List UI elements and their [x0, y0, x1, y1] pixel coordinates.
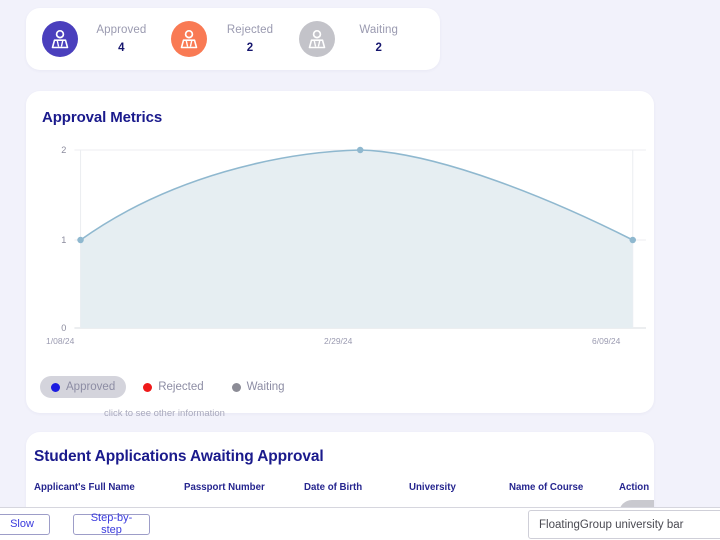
stat-text-block: Approved 4	[78, 23, 171, 56]
legend-item-rejected[interactable]: Rejected	[132, 376, 214, 398]
legend-hint-text: click to see other information	[26, 408, 654, 419]
stat-label: Approved	[78, 23, 165, 38]
student-applications-card: Student Applications Awaiting Approval A…	[26, 432, 654, 508]
chart-svg: 2 1 0	[48, 140, 648, 336]
column-header-course: Name of Course	[501, 478, 611, 496]
x-tick-label: 2/29/24	[324, 336, 352, 346]
slow-button[interactable]: Slow	[0, 514, 50, 535]
legend-label: Waiting	[247, 381, 285, 393]
stats-summary-card: Approved 4 Rejected 2	[26, 8, 440, 70]
page-title: Approval Metrics	[26, 109, 654, 126]
legend-dot-icon	[232, 383, 241, 392]
applications-table: Applicant's Full Name Passport Number Da…	[26, 478, 654, 508]
step-by-step-button[interactable]: Step-by-step	[73, 514, 150, 535]
y-tick-label: 0	[61, 323, 66, 333]
stat-label: Waiting	[335, 23, 422, 38]
y-tick-label: 1	[61, 235, 66, 245]
chart-x-axis: 1/08/24 2/29/24 6/09/24	[26, 336, 654, 350]
stat-waiting[interactable]: Waiting 2	[299, 21, 428, 57]
column-header-passport: Passport Number	[176, 478, 296, 496]
stat-value: 2	[335, 40, 422, 56]
legend-dot-icon	[51, 383, 60, 392]
approval-metrics-card: Approval Metrics	[26, 91, 654, 413]
stat-text-block: Rejected 2	[207, 23, 300, 56]
stat-rejected[interactable]: Rejected 2	[171, 21, 300, 57]
stat-label: Rejected	[207, 23, 294, 38]
url-input-field[interactable]: FloatingGroup university bar	[528, 510, 720, 539]
y-tick-label: 2	[61, 145, 66, 155]
chart-legend: Approved Rejected Waiting	[26, 376, 654, 398]
table-header-row: Applicant's Full Name Passport Number Da…	[26, 478, 654, 496]
legend-label: Approved	[66, 381, 115, 393]
legend-dot-icon	[143, 383, 152, 392]
legend-item-approved[interactable]: Approved	[40, 376, 126, 398]
graduate-icon	[299, 21, 335, 57]
app-root: Approved 4 Rejected 2	[0, 0, 720, 540]
stat-approved[interactable]: Approved 4	[42, 21, 171, 57]
x-tick-label: 1/08/24	[46, 336, 74, 346]
column-header-action: Action	[611, 478, 654, 496]
url-input-value: FloatingGroup university bar	[539, 519, 683, 531]
x-tick-label: 6/09/24	[592, 336, 620, 346]
graduate-icon	[42, 21, 78, 57]
approval-metrics-chart[interactable]: 2 1 0	[26, 140, 654, 336]
legend-item-waiting[interactable]: Waiting	[221, 376, 296, 398]
graduate-icon	[171, 21, 207, 57]
table-title: Student Applications Awaiting Approval	[26, 448, 654, 466]
legend-label: Rejected	[158, 381, 203, 393]
bottom-control-bar: Slow Step-by-step FloatingGroup universi…	[0, 507, 720, 540]
column-header-university: University	[401, 478, 501, 496]
column-header-name: Applicant's Full Name	[26, 478, 176, 496]
chart-area-fill	[81, 150, 633, 328]
stat-value: 2	[207, 40, 294, 56]
column-header-dob: Date of Birth	[296, 478, 401, 496]
stat-text-block: Waiting 2	[335, 23, 428, 56]
page-scroll-viewport[interactable]: Approved 4 Rejected 2	[0, 0, 720, 508]
stat-value: 4	[78, 40, 165, 56]
